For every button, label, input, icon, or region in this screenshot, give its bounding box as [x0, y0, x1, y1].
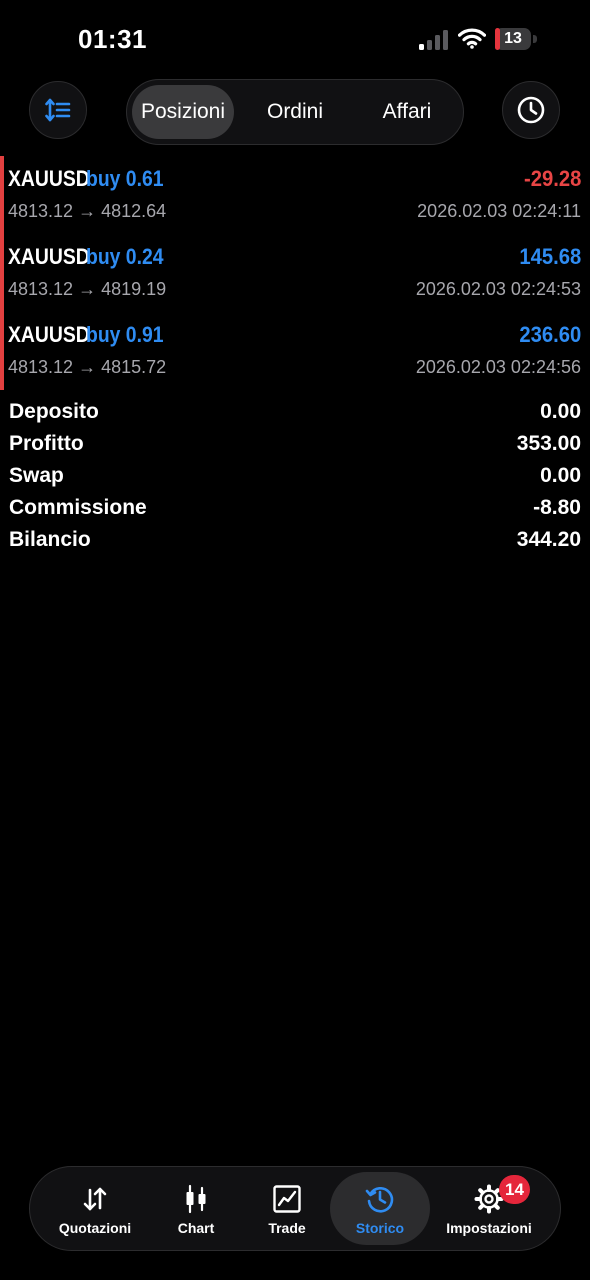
- summary-value: 353.00: [516, 432, 581, 455]
- history-icon: [365, 1187, 394, 1213]
- account-summary: Deposito 0.00 Profitto 353.00 Swap 0.00 …: [0, 396, 590, 556]
- tab-label: Impostazioni: [446, 1220, 532, 1236]
- tab-label: Trade: [268, 1220, 306, 1236]
- position-row[interactable]: XAUUSD buy 0.91 236.60 4813.12 → 4815.72…: [0, 312, 590, 390]
- tab-label: Quotazioni: [58, 1220, 132, 1236]
- trade-chart-icon: [273, 1185, 301, 1213]
- position-prices: 4813.12 → 4812.64: [8, 201, 167, 221]
- battery-percent: 13: [504, 30, 522, 47]
- summary-label: Swap: [9, 464, 64, 487]
- summary-value: -8.80: [533, 496, 581, 519]
- summary-row-deposito: Deposito 0.00: [0, 396, 590, 428]
- position-type-volume: buy 0.61: [86, 166, 164, 191]
- tab-impostazioni[interactable]: Impostazioni 14: [430, 1172, 548, 1245]
- battery-tip: [533, 35, 537, 43]
- position-symbol: XAUUSD: [8, 322, 90, 347]
- tab-storico[interactable]: Storico: [330, 1172, 430, 1245]
- position-time: 2026.02.03 02:24:56: [415, 357, 581, 377]
- tab-trade[interactable]: Trade: [242, 1172, 332, 1245]
- arrows-up-down-icon: [83, 1187, 107, 1211]
- position-profit: -29.28: [523, 166, 581, 191]
- summary-label: Profitto: [9, 432, 84, 455]
- position-time: 2026.02.03 02:24:11: [417, 201, 581, 221]
- tab-chart[interactable]: Chart: [150, 1172, 242, 1245]
- summary-value: 0.00: [540, 400, 581, 423]
- cellular-signal-icon: [419, 30, 449, 50]
- notification-badge: 14: [499, 1175, 530, 1204]
- tab-ordini[interactable]: Ordini: [240, 85, 350, 139]
- position-profit: 145.68: [519, 244, 581, 269]
- position-time: 2026.02.03 02:24:53: [415, 279, 581, 299]
- position-profit: 236.60: [519, 322, 581, 347]
- candlestick-icon: [186, 1184, 206, 1214]
- summary-value: 344.20: [516, 528, 581, 551]
- tab-quotazioni[interactable]: Quotazioni: [36, 1172, 154, 1245]
- period-button[interactable]: [502, 81, 560, 139]
- tab-posizioni[interactable]: Posizioni: [132, 85, 234, 139]
- positions-list: XAUUSD buy 0.61 -29.28 4813.12 → 4812.64…: [0, 156, 590, 390]
- summary-label: Commissione: [9, 496, 147, 519]
- summary-row-commissione: Commissione -8.80: [0, 492, 590, 524]
- position-row[interactable]: XAUUSD buy 0.24 145.68 4813.12 → 4819.19…: [0, 234, 590, 312]
- position-type-volume: buy 0.91: [86, 322, 164, 347]
- sort-icon: [45, 98, 71, 122]
- view-segmented-control: Posizioni Ordini Affari: [126, 79, 464, 145]
- position-prices: 4813.12 → 4815.72: [8, 357, 167, 377]
- tab-label: Storico: [355, 1220, 405, 1236]
- summary-label: Bilancio: [9, 528, 91, 551]
- position-prices: 4813.12 → 4819.19: [8, 279, 167, 299]
- wifi-icon: [458, 28, 486, 49]
- summary-label: Deposito: [9, 400, 99, 423]
- position-symbol: XAUUSD: [8, 166, 90, 191]
- tab-affari[interactable]: Affari: [352, 85, 462, 139]
- clock-icon: [517, 96, 545, 124]
- position-symbol: XAUUSD: [8, 244, 90, 269]
- status-bar: 01:31 13: [0, 0, 590, 80]
- tab-label: Chart: [177, 1220, 215, 1236]
- summary-row-profitto: Profitto 353.00: [0, 428, 590, 460]
- summary-value: 0.00: [540, 464, 581, 487]
- position-type-volume: buy 0.24: [86, 244, 164, 269]
- battery-indicator: 13: [495, 28, 531, 50]
- position-row[interactable]: XAUUSD buy 0.61 -29.28 4813.12 → 4812.64…: [0, 156, 590, 234]
- status-time: 01:31: [78, 24, 147, 54]
- summary-row-swap: Swap 0.00: [0, 460, 590, 492]
- summary-row-bilancio: Bilancio 344.20: [0, 524, 590, 556]
- bottom-tab-bar: Quotazioni Chart Trade Storico Impostazi…: [29, 1166, 561, 1251]
- sort-button[interactable]: [29, 81, 87, 139]
